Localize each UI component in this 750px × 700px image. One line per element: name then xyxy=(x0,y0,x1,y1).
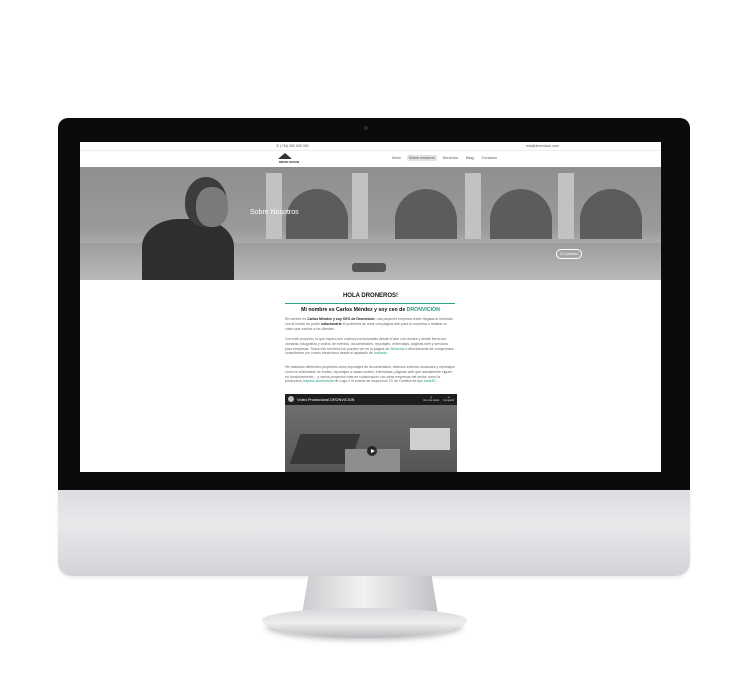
share-label: Compartir xyxy=(443,399,455,402)
navbar: DRON VICION Inicio Sobre nosotros Servic… xyxy=(80,151,661,167)
drone-image xyxy=(352,263,386,272)
p3-text: de Lugo o el evento de inspección TC de … xyxy=(333,379,424,384)
nav-item-contacto[interactable]: Contacto xyxy=(480,155,499,161)
contact-button-label: Contacto xyxy=(563,252,578,256)
video-title[interactable]: Vídeo Promocional DRONVICION xyxy=(297,398,354,402)
video-building xyxy=(410,428,450,450)
hero-pillar xyxy=(465,173,481,239)
screen: ✆ (+34) 000 000 000 info@dronvicion.com … xyxy=(80,142,661,472)
logo-text: DRON VICION xyxy=(279,160,300,164)
heading-divider xyxy=(285,303,455,304)
intro-paragraph: Mi nombre es Carlos Méndez y soy CEO de … xyxy=(285,317,455,331)
nav-item-sobre-nosotros[interactable]: Sobre nosotros xyxy=(406,155,437,161)
hero-banner: Sobre Nosotros ✉ Contacto xyxy=(80,167,661,280)
nav-item-blog[interactable]: Blog xyxy=(464,155,476,161)
promo-video-embed[interactable]: Vídeo Promocional DRONVICION ◷ Ver más t… xyxy=(285,394,457,472)
hero-person xyxy=(142,219,234,280)
monitor-chin xyxy=(58,490,690,576)
hero-pillar xyxy=(558,173,574,239)
top-contact-bar: ✆ (+34) 000 000 000 info@dronvicion.com xyxy=(80,142,661,151)
phone-number[interactable]: ✆ (+34) 000 000 000 xyxy=(276,144,309,148)
watch-later-label: Ver más tarde xyxy=(423,399,440,402)
watch-later-button[interactable]: ◷ Ver más tarde xyxy=(423,396,439,402)
site-logo[interactable]: DRON VICION xyxy=(278,153,299,164)
contacto-link[interactable]: contacto xyxy=(374,351,387,355)
contact-button[interactable]: ✉ Contacto xyxy=(556,249,582,259)
hero-pillar xyxy=(352,173,368,239)
trails-link[interactable]: trails3D xyxy=(424,379,436,383)
hero-arch xyxy=(580,189,642,239)
hero-arch xyxy=(490,189,552,239)
services-paragraph: Con este proyecto, lo que espero son víd… xyxy=(285,337,455,356)
email-address[interactable]: info@dronvicion.com xyxy=(526,144,559,148)
mail-icon: ✉ xyxy=(560,252,563,256)
p2-text: . xyxy=(386,351,388,356)
hero-arch xyxy=(395,189,457,239)
impulso-link[interactable]: Impulso Audiovisual xyxy=(303,379,334,383)
channel-avatar[interactable] xyxy=(288,396,294,402)
p1-bold: solucionarle xyxy=(321,321,342,326)
servicios-link[interactable]: Servicios xyxy=(390,347,404,351)
subtitle-brand: DRONVICION xyxy=(406,307,440,313)
share-button[interactable]: ➦ Compartir xyxy=(443,396,454,402)
hero-title: Sobre Nosotros xyxy=(250,209,299,216)
main-nav: Inicio Sobre nosotros Servicios Blog Con… xyxy=(390,155,499,161)
hero-pillar xyxy=(266,173,282,239)
monitor-stand-base xyxy=(262,608,467,638)
p1-text: Mi nombre es xyxy=(285,317,308,321)
nav-item-inicio[interactable]: Inicio xyxy=(390,155,403,161)
projects-paragraph: He realizado diferentes proyectos como r… xyxy=(285,365,455,384)
subtitle-text: Mi nombre es Carlos Méndez y soy ceo de xyxy=(301,307,407,313)
camera-icon xyxy=(364,126,368,130)
hero-person-face xyxy=(196,187,228,227)
intro-subtitle: Mi nombre es Carlos Méndez y soy ceo de … xyxy=(80,307,661,313)
p1-bold: Carlos Méndez y soy CEO de Dronvicion xyxy=(307,317,375,321)
drone-logo-icon xyxy=(278,153,292,159)
p3-text: . xyxy=(435,379,437,384)
nav-item-servicios[interactable]: Servicios xyxy=(441,155,460,161)
play-icon[interactable] xyxy=(367,446,377,456)
greeting-heading: HOLA DRONEROS! xyxy=(342,293,399,299)
